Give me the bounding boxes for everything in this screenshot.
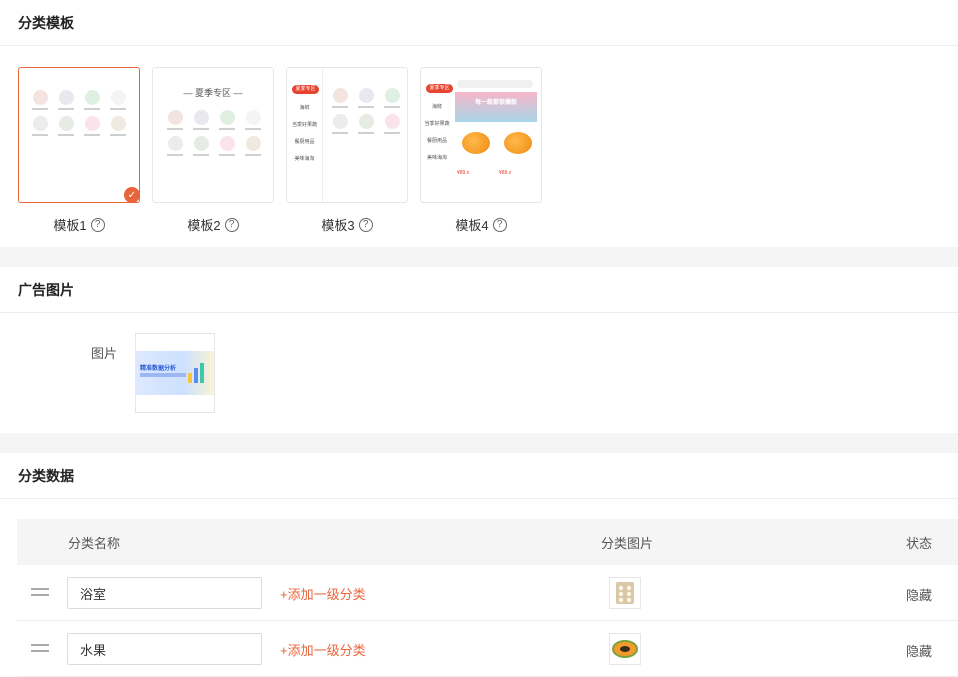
help-circle-icon[interactable]: ?: [492, 217, 507, 232]
preview-side-menu: 夏季专区 海鲜 当季好果蔬 餐厨用品 美味海淘: [287, 68, 323, 202]
table-header: 分类名称 分类图片 状态: [17, 519, 958, 565]
orange-icon: [462, 132, 490, 154]
help-circle-icon[interactable]: ?: [358, 217, 373, 232]
template-preview-card[interactable]: — 夏季专区 —: [152, 67, 274, 203]
section-title: 分类模板: [0, 0, 958, 46]
help-circle-icon[interactable]: ?: [224, 217, 239, 232]
preview-icon-grid: [29, 90, 129, 136]
image-field-label: 图片: [91, 346, 118, 361]
template-preview-card[interactable]: 夏季专区 海鲜 当季好果蔬 餐厨用品 美味海淘 每一款都很爆款 ¥89.x ¥8…: [420, 67, 542, 203]
orange-icon: [504, 132, 532, 154]
category-table: 分类名称 分类图片 状态 +添加一级分类 隐藏 +添加一级分类: [17, 519, 958, 677]
check-icon: ✓: [124, 187, 139, 202]
template-option-3[interactable]: 夏季专区 海鲜 当季好果蔬 餐厨用品 美味海淘 模板3 ?: [286, 67, 408, 234]
preview-banner: 每一款都很爆款: [455, 92, 537, 122]
category-data-section: 分类数据 分类名称 分类图片 状态 +添加一级分类 隐藏 +: [0, 453, 958, 677]
drag-handle-icon[interactable]: [31, 644, 49, 652]
section-title: 广告图片: [0, 267, 958, 313]
template-option-2[interactable]: — 夏季专区 — 模板2 ?: [152, 67, 274, 234]
template-label: 模板4 ?: [455, 215, 507, 234]
bath-product-icon: [616, 582, 634, 604]
template-preview-card[interactable]: 夏季专区 海鲜 当季好果蔬 餐厨用品 美味海淘: [286, 67, 408, 203]
template-preview-card[interactable]: ✓: [18, 67, 140, 203]
column-header-name: 分类名称: [68, 535, 121, 551]
table-row: +添加一级分类 隐藏: [17, 621, 958, 677]
template-label-text: 模板1: [53, 218, 87, 233]
preview-title: — 夏季专区 —: [183, 88, 243, 98]
category-image[interactable]: [609, 633, 641, 665]
template-list: ✓ 模板1 ? — 夏季专区 — 模板2 ? 夏季专区 海鲜 当季好果蔬 餐厨用…: [18, 67, 542, 234]
template-section: 分类模板 ✓ 模板1 ? — 夏季专区 — 模板2 ? 夏季专区 海鲜 当季好果…: [0, 0, 958, 247]
preview-search-bar: [457, 80, 533, 88]
template-label-text: 模板2: [187, 218, 221, 233]
template-label-text: 模板4: [455, 218, 489, 233]
ad-image-upload[interactable]: 精准数据分析: [135, 333, 215, 413]
category-image[interactable]: [609, 577, 641, 609]
add-category-link[interactable]: +添加一级分类: [280, 640, 366, 659]
template-option-1[interactable]: ✓ 模板1 ?: [18, 67, 140, 234]
preview-product: ¥89.x: [499, 128, 537, 198]
preview-icon-grid: [329, 88, 403, 134]
status-text[interactable]: 隐藏: [906, 641, 932, 660]
template-label: 模板1 ?: [53, 215, 105, 234]
template-label: 模板3 ?: [321, 215, 373, 234]
ad-image-preview: 精准数据分析: [136, 351, 214, 395]
papaya-icon: [612, 640, 638, 658]
template-label: 模板2 ?: [187, 215, 239, 234]
section-title: 分类数据: [0, 453, 958, 499]
add-category-link[interactable]: +添加一级分类: [280, 584, 366, 603]
template-label-text: 模板3: [321, 218, 355, 233]
category-name-input[interactable]: [67, 633, 262, 665]
category-name-input[interactable]: [67, 577, 262, 609]
ad-image-section: 广告图片 图片 精准数据分析: [0, 267, 958, 433]
preview-product: ¥89.x: [457, 128, 495, 198]
drag-handle-icon[interactable]: [31, 588, 49, 596]
preview-side-menu: 夏季专区 海鲜 当季好果蔬 餐厨用品 美味海淘: [421, 68, 453, 202]
help-circle-icon[interactable]: ?: [90, 217, 105, 232]
column-header-image: 分类图片: [601, 535, 654, 551]
table-row: +添加一级分类 隐藏: [17, 565, 958, 621]
chart-illustration-icon: [188, 363, 204, 383]
column-header-status: 状态: [906, 535, 933, 551]
status-text[interactable]: 隐藏: [906, 585, 932, 604]
preview-icon-grid: [164, 110, 264, 156]
template-option-4[interactable]: 夏季专区 海鲜 当季好果蔬 餐厨用品 美味海淘 每一款都很爆款 ¥89.x ¥8…: [420, 67, 542, 234]
